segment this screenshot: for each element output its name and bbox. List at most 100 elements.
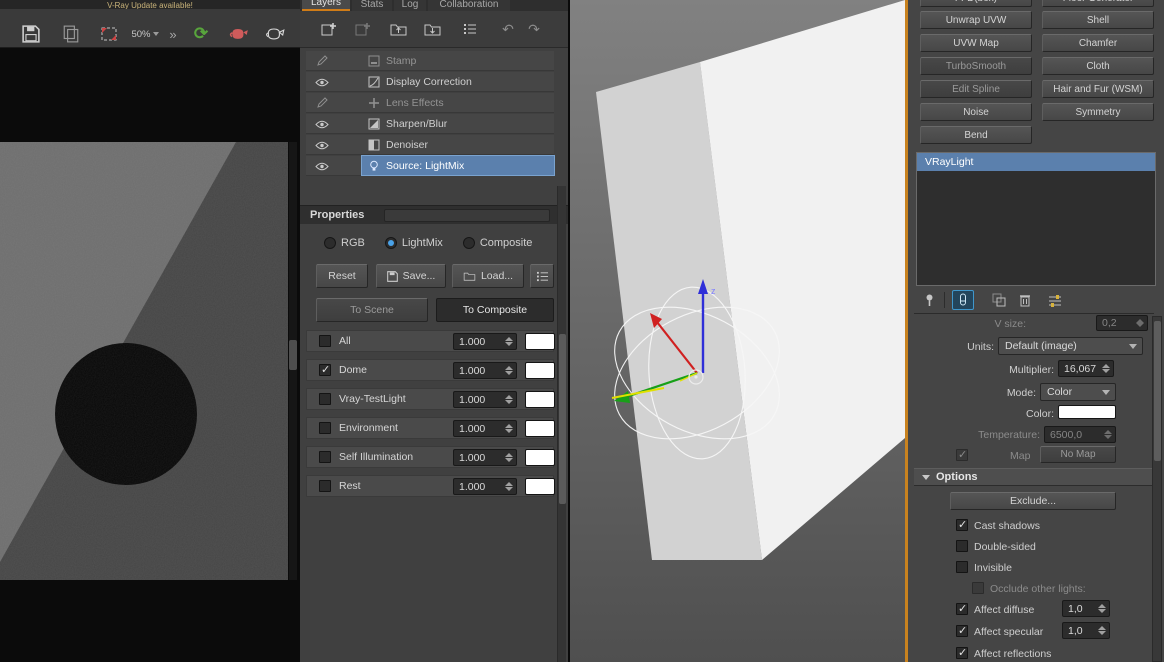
modifier-button-shell[interactable]: Shell (1042, 11, 1154, 29)
command-panel-scrollbar[interactable] (1152, 316, 1162, 662)
mode-dropdown[interactable]: Color (1040, 383, 1116, 401)
affect-specular-spinner[interactable]: 1,0 (1062, 622, 1110, 639)
occlude-other-lights-checkbox[interactable] (972, 582, 984, 594)
checkbox[interactable] (319, 451, 331, 463)
modifier-button-bend[interactable]: Bend (920, 126, 1032, 144)
modifier-button-floor-generator[interactable]: Floor Generator (1042, 0, 1154, 7)
tab-stats[interactable]: Stats (352, 0, 392, 11)
map-button[interactable]: No Map (1040, 446, 1116, 463)
color-swatch[interactable] (525, 391, 555, 408)
multiplier-spinner[interactable]: 1.000 (453, 362, 517, 379)
update-banner[interactable]: V-Ray Update available! (0, 0, 300, 9)
multiplier-spinner[interactable]: 16,067 (1058, 360, 1114, 377)
affect-diffuse-checkbox[interactable] (956, 602, 968, 615)
reset-button[interactable]: Reset (316, 264, 368, 288)
render-teapot-icon[interactable] (262, 23, 288, 45)
layer-row-source-lightmix[interactable]: Source: LightMix (306, 155, 555, 176)
vsize-spinner[interactable]: 0,2 (1096, 315, 1148, 331)
multiplier-spinner[interactable]: 1.000 (453, 420, 517, 437)
layer-row-sharpen-blur[interactable]: Sharpen/Blur (306, 114, 554, 134)
vfb-scrollbar-thumb[interactable] (289, 340, 297, 370)
checkbox[interactable] (319, 422, 331, 434)
light-color-swatch[interactable] (1058, 405, 1116, 419)
cast-shadows-checkbox[interactable] (956, 518, 968, 531)
make-unique-icon[interactable] (988, 290, 1010, 310)
radio-rgb[interactable]: RGB (324, 237, 365, 249)
add-layer-icon[interactable] (316, 19, 340, 39)
checkbox[interactable] (319, 363, 331, 376)
refresh-render-icon[interactable]: ⟳ (188, 23, 214, 45)
toolbar-overflow-button[interactable]: » (164, 23, 182, 45)
affect-specular-checkbox[interactable] (956, 624, 968, 637)
properties-filter-field[interactable] (384, 209, 550, 222)
color-swatch[interactable] (525, 362, 555, 379)
render-last-teapot-icon[interactable] (226, 23, 252, 45)
eye-icon[interactable] (312, 138, 332, 152)
layer-list-icon[interactable] (458, 19, 482, 39)
modifier-button-hair-and-fur[interactable]: Hair and Fur (WSM) (1042, 80, 1154, 98)
undo-icon[interactable]: ↶ (496, 19, 520, 39)
multiplier-spinner[interactable]: 1.000 (453, 449, 517, 466)
map-checkbox[interactable] (956, 448, 968, 461)
affect-diffuse-spinner[interactable]: 1,0 (1062, 600, 1110, 617)
checkbox[interactable] (319, 335, 331, 347)
checkbox[interactable] (319, 393, 331, 405)
modifier-button-unwrap-uvw[interactable]: Unwrap UVW (920, 11, 1032, 29)
layers-panel-scrollbar-thumb[interactable] (559, 334, 566, 504)
color-swatch[interactable] (525, 449, 555, 466)
copy-image-icon[interactable] (58, 23, 84, 45)
multiplier-spinner[interactable]: 1.000 (453, 333, 517, 350)
viewport-canvas[interactable]: z (570, 0, 905, 662)
modifier-button-symmetry[interactable]: Symmetry (1042, 103, 1154, 121)
modifier-button-noise[interactable]: Noise (920, 103, 1032, 121)
show-end-result-icon[interactable] (952, 290, 974, 310)
checkbox[interactable] (319, 480, 331, 492)
layer-row-denoiser[interactable]: Denoiser (306, 135, 554, 155)
options-rollout-header[interactable]: Options (914, 468, 1152, 486)
color-swatch[interactable] (525, 420, 555, 437)
invisible-checkbox[interactable] (956, 561, 968, 573)
modifier-button-cloth[interactable]: Cloth (1042, 57, 1154, 75)
layer-row-stamp[interactable]: Stamp (306, 51, 554, 71)
redo-icon[interactable]: ↷ (522, 19, 546, 39)
modifier-button-edit-spline[interactable]: Edit Spline (920, 80, 1032, 98)
load-layer-tree-icon[interactable] (420, 19, 444, 39)
modifier-button-ffd-box[interactable]: FFD(box) (920, 0, 1032, 7)
pin-stack-icon[interactable] (918, 290, 940, 310)
save-image-icon[interactable] (18, 23, 44, 45)
double-sided-checkbox[interactable] (956, 540, 968, 552)
modifier-button-turbosmooth[interactable]: TurboSmooth (920, 57, 1032, 75)
modifier-stack-list[interactable]: VRayLight (916, 152, 1156, 286)
temperature-spinner[interactable]: 6500,0 (1044, 426, 1116, 443)
to-scene-button[interactable]: To Scene (316, 298, 428, 322)
to-composite-button[interactable]: To Composite (436, 298, 554, 322)
multiplier-spinner[interactable]: 1.000 (453, 478, 517, 495)
save-layer-tree-icon[interactable] (386, 19, 410, 39)
command-panel-scrollbar-thumb[interactable] (1154, 321, 1161, 461)
eye-icon[interactable] (312, 159, 332, 173)
radio-lightmix[interactable]: LightMix (384, 237, 443, 249)
configure-modifier-sets-icon[interactable] (1044, 290, 1066, 310)
tab-log[interactable]: Log (394, 0, 426, 11)
save-button[interactable]: Save... (376, 264, 446, 288)
load-button[interactable]: Load... (452, 264, 524, 288)
region-render-icon[interactable] (96, 23, 122, 45)
color-swatch[interactable] (525, 333, 555, 350)
affect-reflections-checkbox[interactable] (956, 646, 968, 659)
lightmix-menu-button[interactable] (530, 264, 554, 288)
modifier-button-uvw-map[interactable]: UVW Map (920, 34, 1032, 52)
edit-pencil-icon[interactable] (312, 54, 332, 68)
eye-icon[interactable] (312, 75, 332, 89)
color-swatch[interactable] (525, 478, 555, 495)
zoom-level-button[interactable]: 50% (130, 23, 160, 45)
layer-row-display-correction[interactable]: Display Correction (306, 72, 554, 92)
vfb-scrollbar[interactable] (289, 142, 297, 580)
tab-layers[interactable]: Layers (302, 0, 350, 11)
tab-collaboration[interactable]: Collaboration (428, 0, 510, 11)
exclude-button[interactable]: Exclude... (950, 492, 1116, 510)
modifier-button-chamfer[interactable]: Chamfer (1042, 34, 1154, 52)
layer-row-lens-effects[interactable]: Lens Effects (306, 93, 554, 113)
eye-icon[interactable] (312, 117, 332, 131)
layers-panel-scrollbar[interactable] (557, 186, 566, 662)
radio-composite[interactable]: Composite (462, 237, 532, 249)
